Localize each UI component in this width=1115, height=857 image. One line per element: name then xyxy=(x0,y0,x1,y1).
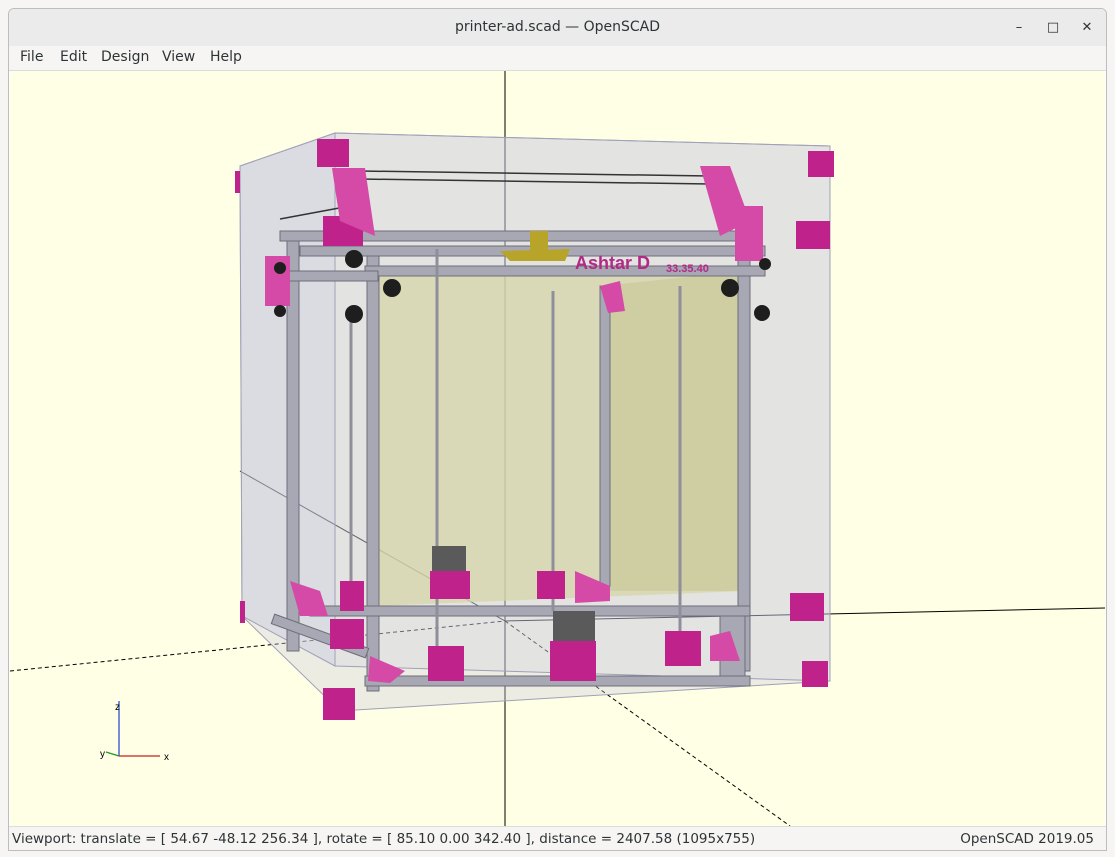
axis-x-label: x xyxy=(164,752,169,763)
title-bar[interactable]: printer-ad.scad — OpenSCAD – □ ✕ xyxy=(9,9,1106,47)
viewport-status: Viewport: translate = [ 54.67 -48.12 256… xyxy=(12,831,756,847)
menu-file[interactable]: File xyxy=(20,49,43,65)
menu-view[interactable]: View xyxy=(162,49,195,65)
axis-z-label: z xyxy=(115,702,120,713)
menu-design[interactable]: Design xyxy=(101,49,149,65)
menu-help[interactable]: Help xyxy=(210,49,242,65)
status-bar: Viewport: translate = [ 54.67 -48.12 256… xyxy=(9,826,1106,850)
axis-y-label: y xyxy=(100,749,105,760)
window-title: printer-ad.scad — OpenSCAD xyxy=(454,19,661,35)
print-area xyxy=(375,271,745,606)
axis-indicator: z x y xyxy=(100,701,169,763)
app-window: printer-ad.scad — OpenSCAD – □ ✕ File Ed… xyxy=(8,8,1107,851)
menu-bar: File Edit Design View Help xyxy=(9,46,1106,71)
minimize-button[interactable]: – xyxy=(1007,16,1031,40)
model-sublabel: 33.35.40 xyxy=(666,263,709,275)
maximize-button[interactable]: □ xyxy=(1041,16,1065,40)
model-label: Ashtar D xyxy=(575,253,650,273)
model-render[interactable]: Ashtar D 33.35.40 z x y xyxy=(9,71,1106,827)
3d-viewport[interactable]: Ashtar D 33.35.40 z x y xyxy=(9,71,1106,827)
menu-edit[interactable]: Edit xyxy=(60,49,87,65)
version-label: OpenSCAD 2019.05 xyxy=(960,831,1094,847)
close-button[interactable]: ✕ xyxy=(1075,16,1099,40)
